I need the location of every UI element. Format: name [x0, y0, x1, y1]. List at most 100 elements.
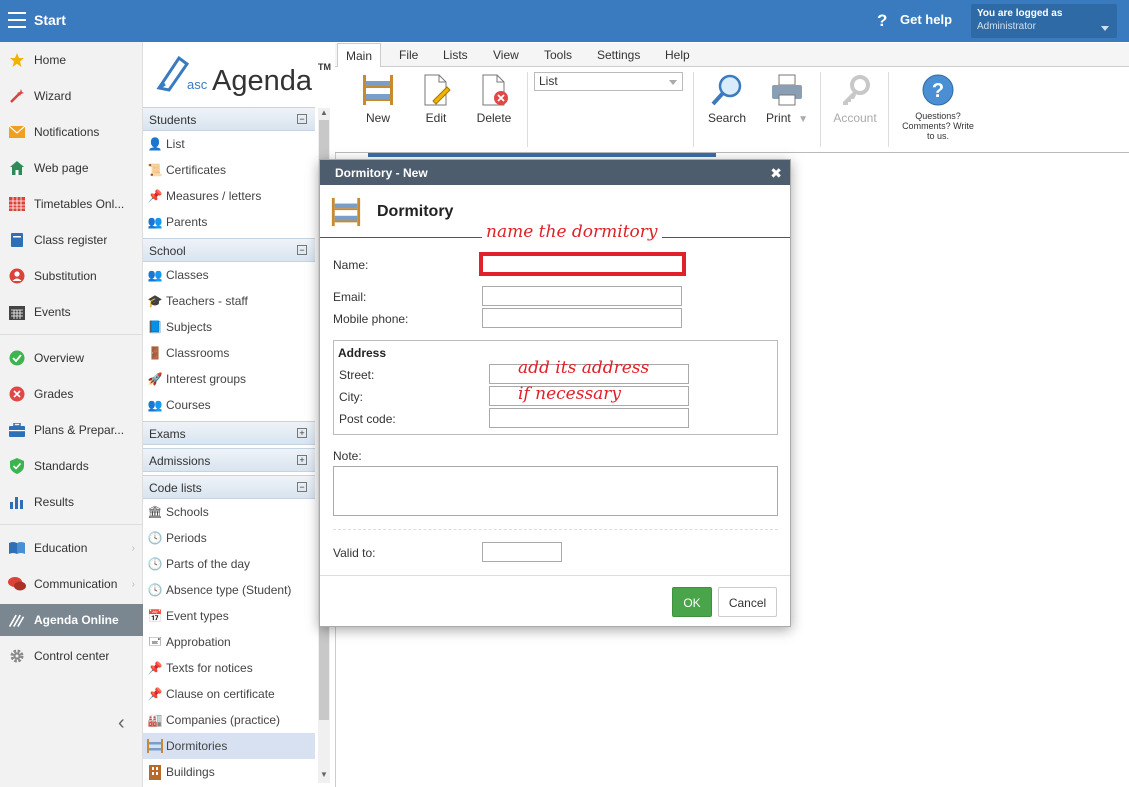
- questions-button[interactable]: ? Questions? Comments? Write to us.: [898, 73, 978, 141]
- chevron-right-icon: ›: [131, 578, 135, 590]
- list-item-approbation[interactable]: 🖃 Approbation: [143, 629, 315, 655]
- envelope-icon: [8, 123, 26, 141]
- search-button[interactable]: Search: [699, 73, 755, 125]
- list-item-classes[interactable]: 👥 Classes: [143, 262, 315, 288]
- wand-icon: [8, 87, 26, 105]
- item-label: Courses: [166, 398, 211, 412]
- expand-icon[interactable]: +: [297, 455, 307, 465]
- tab-settings[interactable]: Settings: [597, 48, 640, 62]
- print-button[interactable]: Print ▼: [757, 73, 817, 125]
- person-list-icon: 👤: [147, 137, 163, 151]
- nav-item-plans[interactable]: Plans & Prepar...: [0, 416, 143, 444]
- star-icon: [8, 51, 26, 69]
- cancel-button[interactable]: Cancel: [718, 587, 777, 617]
- nav-item-grades[interactable]: Grades: [0, 380, 143, 408]
- collapse-nav-icon[interactable]: ‹: [118, 712, 125, 735]
- section-exams[interactable]: Exams +: [143, 421, 315, 445]
- delete-label: Delete: [476, 111, 512, 125]
- note-textarea[interactable]: [333, 466, 778, 516]
- new-button[interactable]: New: [350, 73, 406, 125]
- annotation-if-necessary: if necessary: [518, 384, 622, 404]
- postcode-input[interactable]: [489, 408, 689, 428]
- pin-icon: 📌: [147, 189, 163, 203]
- list-item-parts-of-day[interactable]: 🕓 Parts of the day: [143, 551, 315, 577]
- list-item-measures[interactable]: 📌 Measures / letters: [143, 183, 315, 209]
- nav-item-web-page[interactable]: Web page: [0, 154, 143, 182]
- collapse-icon[interactable]: −: [297, 245, 307, 255]
- list-item-certificates[interactable]: 📜 Certificates: [143, 157, 315, 183]
- list-item-parents[interactable]: 👥 Parents: [143, 209, 315, 235]
- print-dropdown-icon[interactable]: ▼: [798, 114, 808, 125]
- list-item-courses[interactable]: 👥 Courses: [143, 392, 315, 418]
- bunk-bed-icon: [330, 196, 362, 231]
- annotation-address-hint: add its address: [518, 358, 650, 378]
- account-button[interactable]: Account: [827, 73, 883, 125]
- tab-help[interactable]: Help: [665, 48, 690, 62]
- ascagenda-logo: asc Agenda TM: [155, 52, 331, 100]
- edit-button[interactable]: Edit: [408, 73, 464, 125]
- close-icon[interactable]: ✖: [770, 165, 782, 182]
- section-admissions[interactable]: Admissions +: [143, 448, 315, 472]
- nav-item-overview[interactable]: Overview: [0, 344, 143, 372]
- section-code-lists[interactable]: Code lists −: [143, 475, 315, 499]
- list-item-subjects[interactable]: 📘 Subjects: [143, 314, 315, 340]
- tab-view[interactable]: View: [493, 48, 519, 62]
- delete-button[interactable]: Delete: [466, 73, 522, 125]
- postcode-label: Post code:: [339, 412, 396, 426]
- list-item-texts-notices[interactable]: 📌 Texts for notices: [143, 655, 315, 681]
- nav-item-notifications[interactable]: Notifications: [0, 118, 143, 146]
- list-item-classrooms[interactable]: 🚪 Classrooms: [143, 340, 315, 366]
- valid-to-input[interactable]: [482, 542, 562, 562]
- scroll-down-icon[interactable]: ▼: [320, 770, 328, 779]
- expand-icon[interactable]: +: [297, 428, 307, 438]
- nav-item-timetables[interactable]: Timetables Onl...: [0, 190, 143, 218]
- section-school[interactable]: School −: [143, 238, 315, 262]
- name-input[interactable]: [479, 252, 686, 276]
- scroll-up-icon[interactable]: ▲: [320, 108, 328, 117]
- nav-item-communication[interactable]: Communication ›: [0, 570, 143, 598]
- item-label: Clause on certificate: [166, 687, 275, 701]
- dialog-title-bar[interactable]: Dormitory - New ✖: [320, 160, 790, 185]
- section-students[interactable]: Students −: [143, 107, 315, 131]
- mobile-input[interactable]: [482, 308, 682, 328]
- list-item-dormitories[interactable]: Dormitories: [143, 733, 315, 759]
- check-circle-icon: [8, 349, 26, 367]
- nav-item-home[interactable]: Home: [0, 46, 143, 74]
- email-input[interactable]: [482, 286, 682, 306]
- nav-item-class-register[interactable]: Class register: [0, 226, 143, 254]
- ok-button[interactable]: OK: [672, 587, 712, 617]
- nav-item-standards[interactable]: Standards: [0, 452, 143, 480]
- list-item-clause-certificate[interactable]: 📌 Clause on certificate: [143, 681, 315, 707]
- menu-icon[interactable]: [8, 12, 26, 28]
- tab-main[interactable]: Main: [337, 43, 381, 67]
- start-title[interactable]: Start: [34, 12, 66, 28]
- list-item-list[interactable]: 👤 List: [143, 131, 315, 157]
- list-item-teachers[interactable]: 🎓 Teachers - staff: [143, 288, 315, 314]
- ribbon-divider: [820, 72, 821, 147]
- help-icon[interactable]: ?: [877, 11, 887, 31]
- list-item-event-types[interactable]: 📅 Event types: [143, 603, 315, 629]
- list-item-absence-type[interactable]: 🕓 Absence type (Student): [143, 577, 315, 603]
- user-menu[interactable]: You are logged as Administrator: [971, 4, 1117, 38]
- list-item-interest-groups[interactable]: 🚀 Interest groups: [143, 366, 315, 392]
- tab-tools[interactable]: Tools: [544, 48, 572, 62]
- nav-item-control-center[interactable]: Control center: [0, 642, 143, 670]
- nav-item-events[interactable]: Events: [0, 298, 143, 326]
- get-help-link[interactable]: Get help: [900, 12, 952, 27]
- person-icon: [8, 267, 26, 285]
- collapse-icon[interactable]: −: [297, 482, 307, 492]
- nav-label: Timetables Onl...: [34, 197, 125, 211]
- list-select[interactable]: List: [534, 72, 683, 91]
- nav-item-results[interactable]: Results: [0, 488, 143, 516]
- nav-item-wizard[interactable]: Wizard: [0, 82, 143, 110]
- list-item-buildings[interactable]: Buildings: [143, 759, 315, 785]
- nav-item-education[interactable]: Education ›: [0, 534, 143, 562]
- tab-lists[interactable]: Lists: [443, 48, 468, 62]
- list-item-companies[interactable]: 🏭 Companies (practice): [143, 707, 315, 733]
- tab-file[interactable]: File: [399, 48, 418, 62]
- collapse-icon[interactable]: −: [297, 114, 307, 124]
- nav-item-agenda-online[interactable]: Agenda Online: [0, 604, 143, 636]
- list-item-schools[interactable]: 🏛 Schools: [143, 499, 315, 525]
- list-item-periods[interactable]: 🕓 Periods: [143, 525, 315, 551]
- nav-item-substitution[interactable]: Substitution: [0, 262, 143, 290]
